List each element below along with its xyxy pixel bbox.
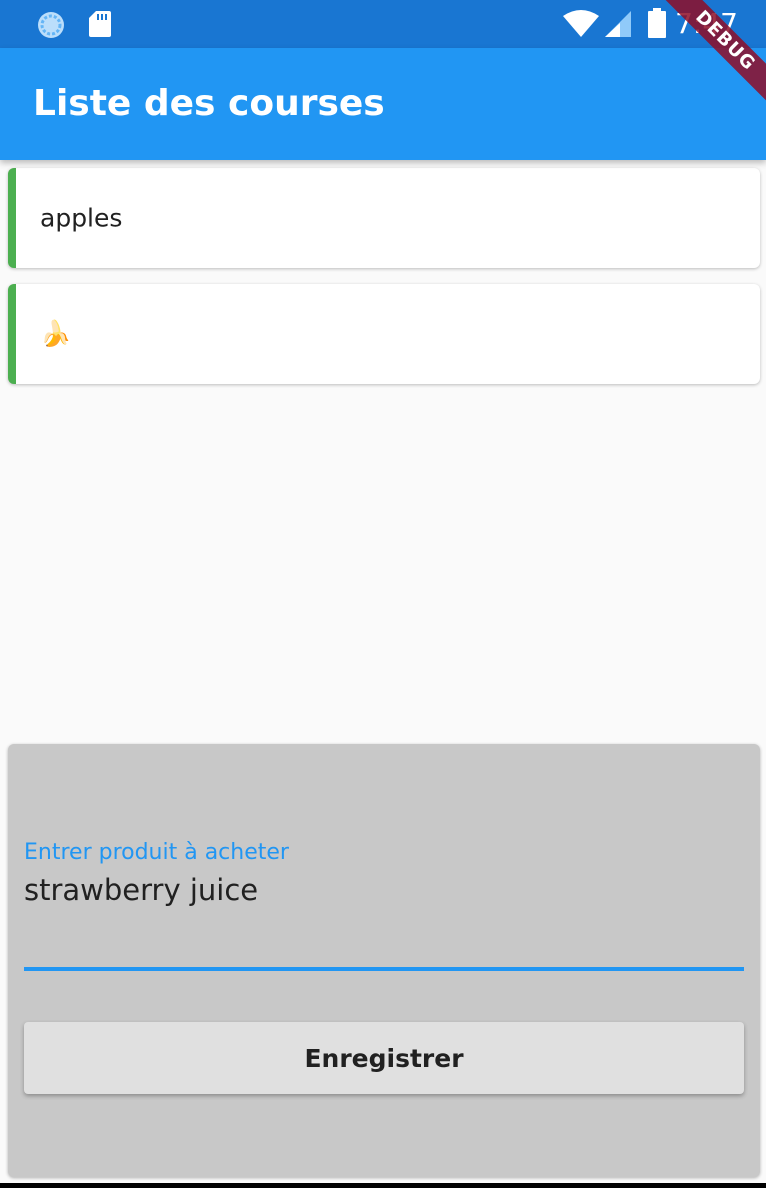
list-item-label: 🍌 xyxy=(40,319,72,348)
list-item[interactable]: 🍌 xyxy=(8,284,760,384)
signal-icon xyxy=(604,10,632,42)
page-title: Liste des courses xyxy=(33,83,385,124)
product-field-label: Entrer produit à acheter xyxy=(24,840,289,865)
product-input-underline xyxy=(24,967,744,971)
navigation-bar-edge xyxy=(0,1183,766,1188)
list-item[interactable]: apples xyxy=(8,168,760,268)
wifi-icon xyxy=(562,10,600,42)
product-input[interactable] xyxy=(24,870,744,910)
battery-icon xyxy=(648,8,666,42)
loading-icon xyxy=(36,10,66,44)
status-bar: 7:47 xyxy=(0,0,766,48)
save-button[interactable]: Enregistrer xyxy=(24,1022,744,1094)
app-bar: Liste des courses xyxy=(0,48,766,160)
list-item-label: apples xyxy=(40,203,123,233)
screen: 7:47 DEBUG Liste des courses apples 🍌 En… xyxy=(0,0,766,1188)
add-product-card: Entrer produit à acheter Enregistrer xyxy=(8,744,760,1177)
shopping-list: apples 🍌 xyxy=(8,168,760,400)
sd-card-icon xyxy=(88,10,112,42)
